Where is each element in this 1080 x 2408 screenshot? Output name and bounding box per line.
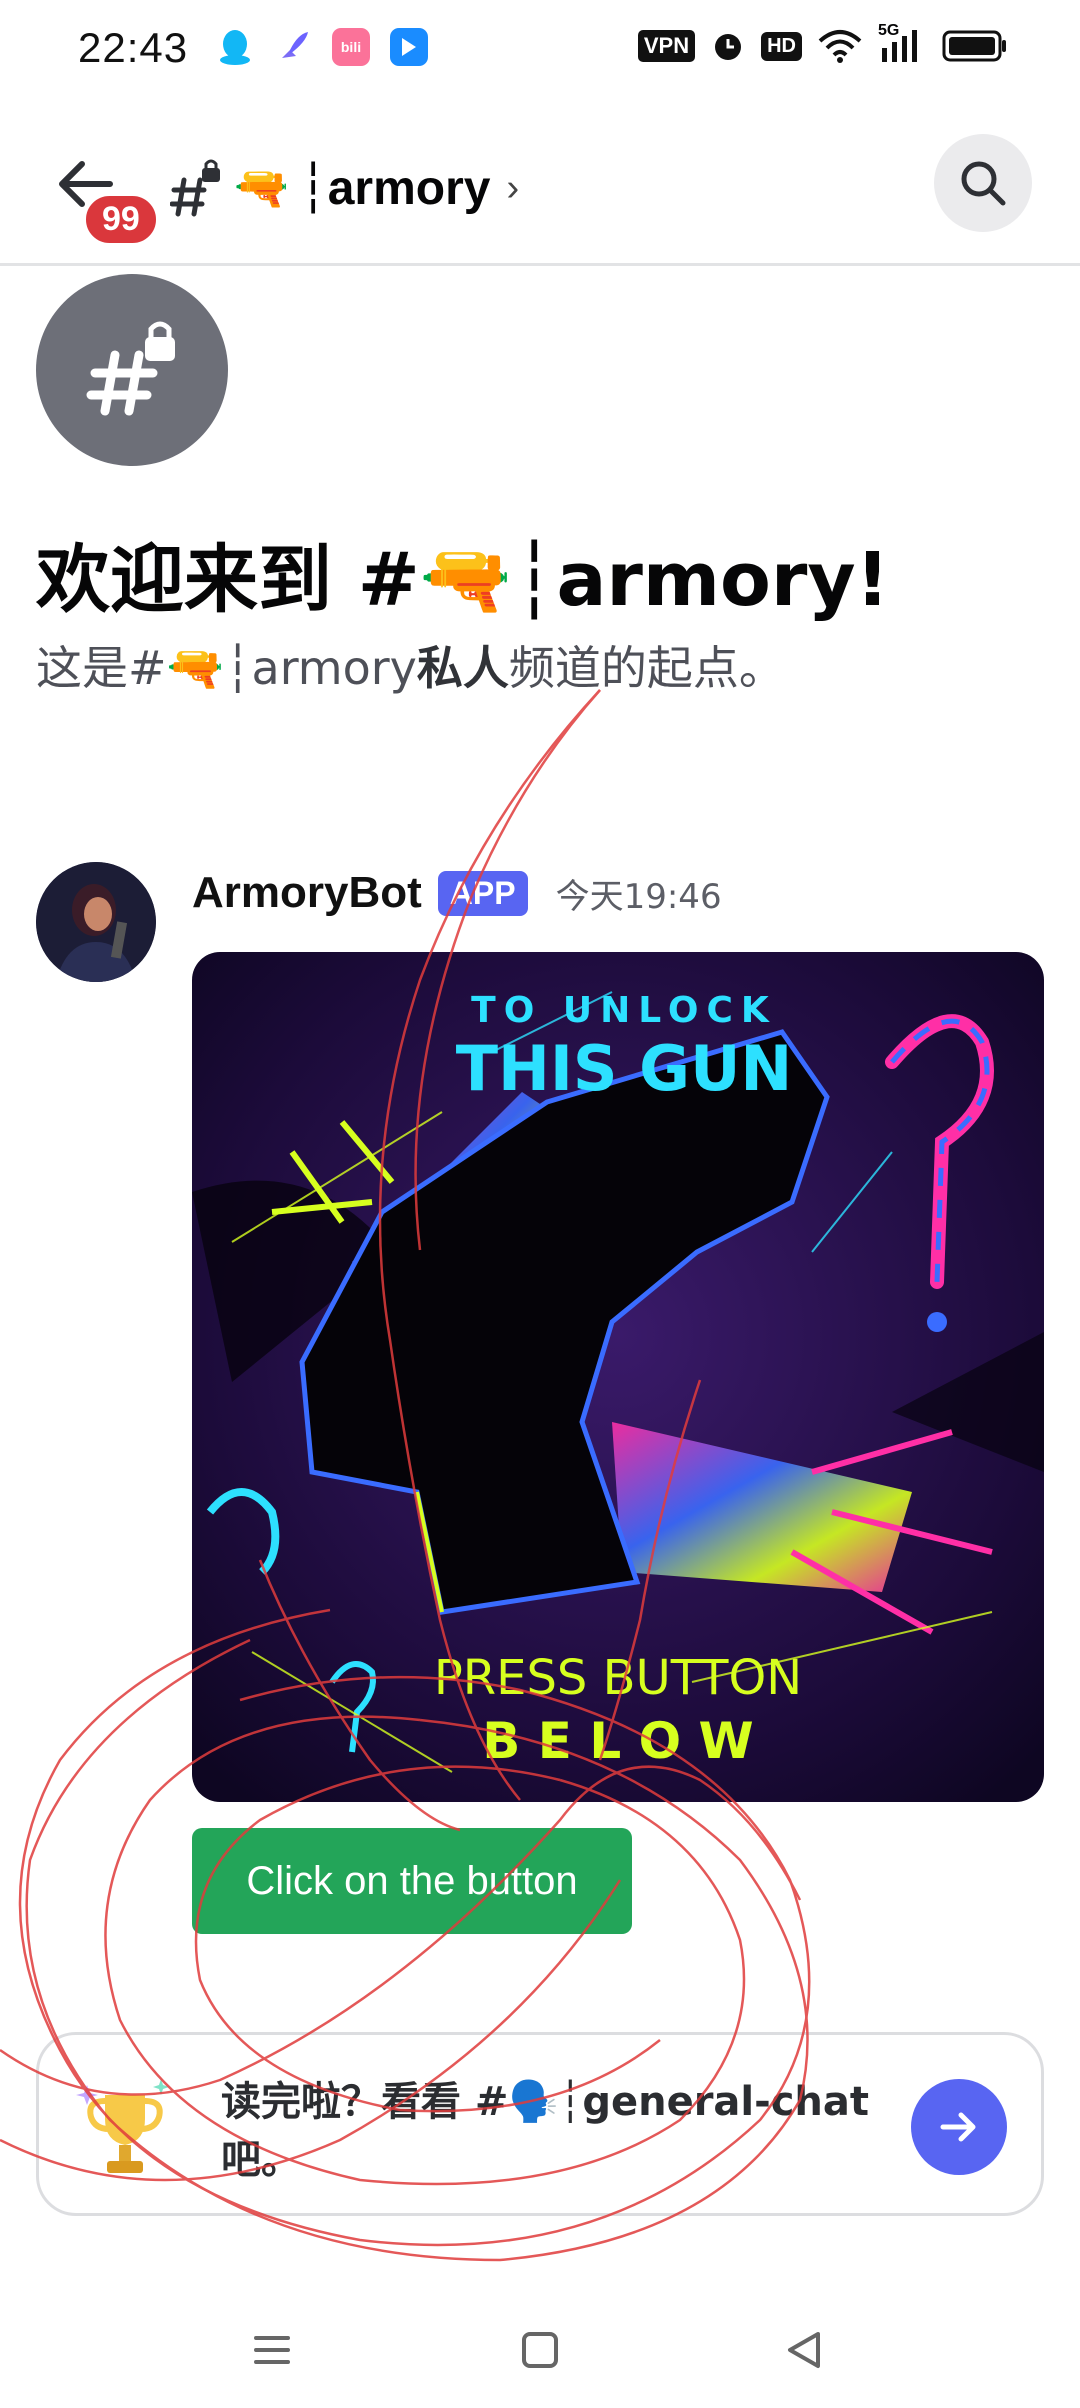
app-icon [390, 28, 428, 66]
vpn-indicator: VPN [637, 30, 696, 62]
image-text-line1: TO UNLOCK [471, 990, 777, 1031]
search-icon [961, 161, 1006, 206]
channel-title[interactable]: 🔫 ┆armory › [170, 158, 519, 218]
arrow-right-icon [940, 2112, 976, 2142]
channel-name: ┆armory [298, 162, 491, 215]
home-button[interactable] [510, 2320, 570, 2380]
wifi-icon [818, 30, 862, 63]
chevron-right-icon: › [506, 166, 520, 209]
hashtag-lock-icon [86, 321, 175, 416]
triangle-back-icon [788, 2332, 820, 2368]
status-time: 22:43 [78, 24, 189, 71]
message-header: ArmoryBot APP 今天19:46 [192, 868, 722, 918]
square-icon [522, 2332, 558, 2368]
click-button[interactable]: Click on the button [192, 1828, 632, 1934]
send-button[interactable] [911, 2079, 1007, 2175]
search-button[interactable] [934, 134, 1032, 232]
water-gun-emoji: 🔫 [234, 164, 289, 213]
hd-indicator: HD [761, 31, 802, 61]
back-nav-button[interactable] [774, 2320, 834, 2380]
message-composer[interactable]: 读完啦？看看 #🗣️┆general-chat 吧。 [36, 2032, 1044, 2216]
status-indicators: VPN HD 5G [637, 22, 1008, 64]
avatar[interactable] [36, 862, 156, 982]
author-name[interactable]: ArmoryBot [192, 868, 422, 918]
hashtag-lock-icon [170, 159, 220, 217]
subtitle-bold: 私人 [416, 641, 509, 695]
welcome-subtitle: 这是#🔫┆armory私人频道的起点。 [36, 632, 785, 698]
subtitle-prefix: 这是#🔫┆armory [36, 641, 417, 695]
battery-icon [942, 30, 1006, 62]
menu-icon [254, 2336, 290, 2364]
welcome-title: 欢迎来到 #🔫┆armory! [36, 537, 890, 623]
signal-icon: 5G [878, 22, 926, 64]
app-tag: APP [437, 870, 528, 916]
bilibili-icon: bili [332, 28, 370, 66]
subtitle-suffix: 频道的起点。 [508, 641, 785, 695]
menu-button[interactable] [242, 2320, 302, 2380]
system-nav-bar [0, 2290, 1080, 2400]
channel-icon [36, 274, 228, 466]
alarm-icon [715, 34, 742, 60]
channel-header: 99 🔫 ┆armory › [0, 120, 1080, 266]
status-bar: 22:43 bili VPN HD 5G [0, 0, 1080, 100]
unread-badge: 99 [82, 192, 160, 247]
rocket-icon [274, 28, 312, 66]
trophy-icon [76, 2079, 169, 2173]
image-text-line2: THIS GUN [456, 1032, 793, 1105]
status-app-icons: bili [216, 28, 428, 66]
image-text-line3: PRESS BUTTON [434, 1650, 802, 1706]
message-timestamp: 今天19:46 [555, 876, 722, 917]
embed-image[interactable]: TO UNLOCK THIS GUN PRESS BUTTON B E L O … [192, 952, 1044, 1802]
image-text-line4: B E L O W [482, 1712, 753, 1770]
qq-icon [216, 28, 254, 66]
composer-prompt: 读完啦？看看 #🗣️┆general-chat 吧。 [221, 2079, 870, 2183]
